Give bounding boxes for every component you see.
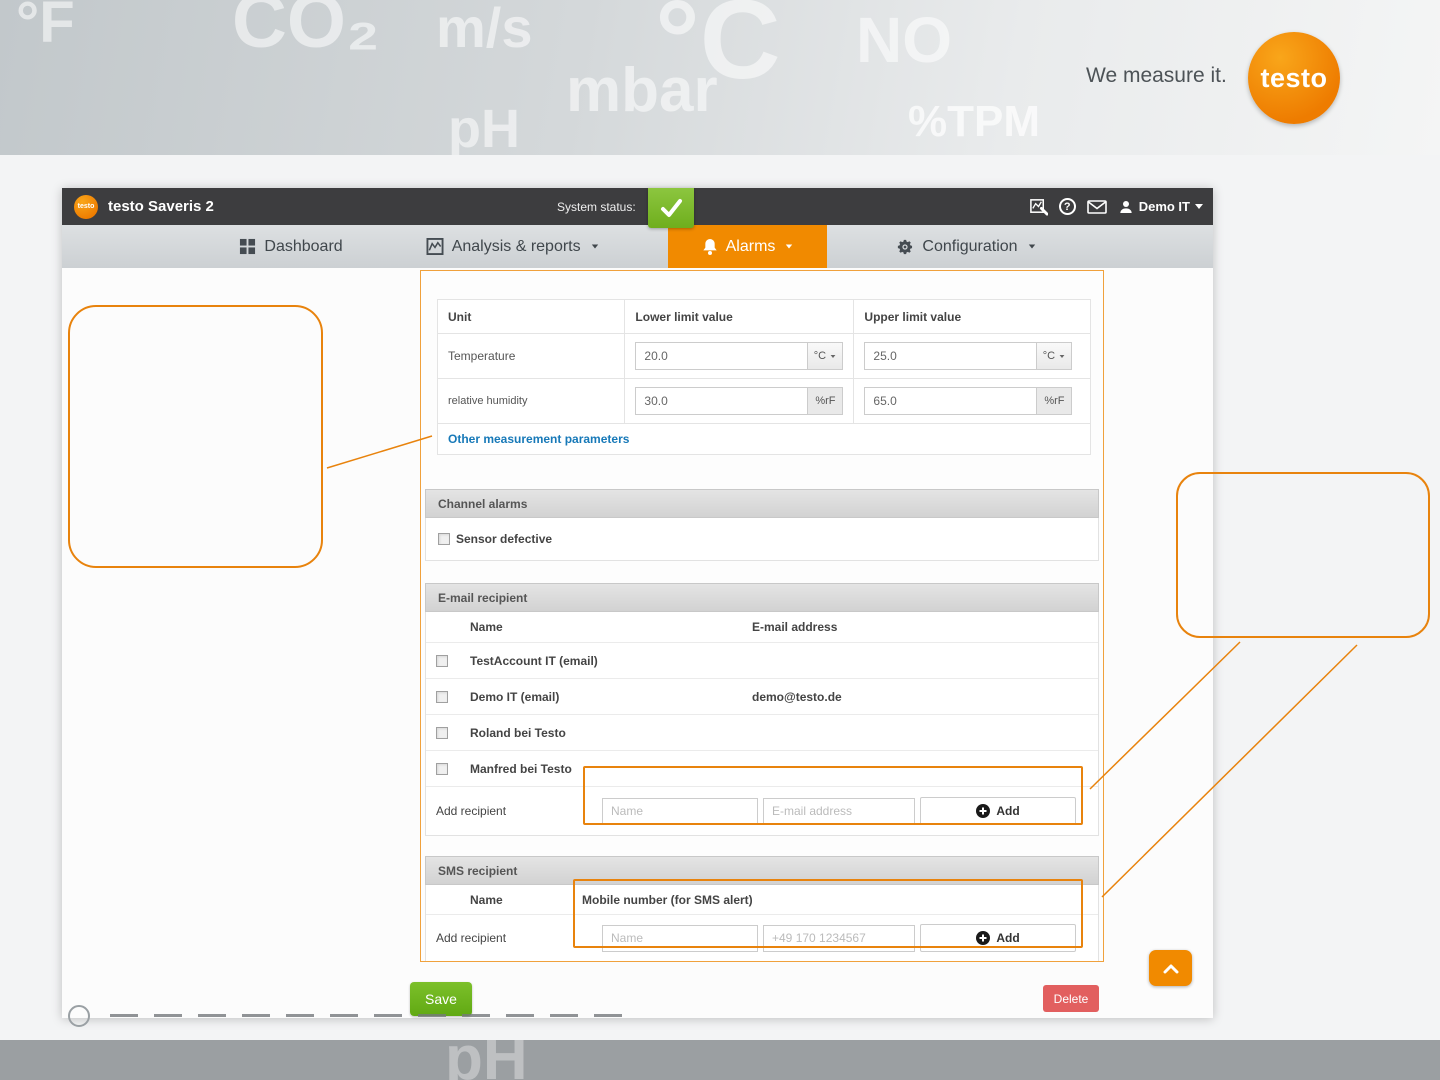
chart-pen-icon[interactable] (1029, 197, 1048, 216)
top-banner: °F CO₂ m/s °C mbar NO pH %TPM We measure… (0, 0, 1440, 155)
email-recipient-row: Demo IT (email) demo@testo.de (426, 679, 1098, 715)
alarm-settings-form: Unit Lower limit value Upper limit value… (420, 270, 1104, 962)
column-header-name: Name (470, 892, 503, 907)
brand-tagline: We measure it. (1086, 64, 1227, 87)
watermark-text: mbar (566, 56, 718, 125)
temperature-upper-unit-dropdown[interactable]: °C (1036, 342, 1073, 370)
channel-alarms-section: Channel alarms Sensor defective (425, 489, 1099, 561)
delete-button[interactable]: Delete (1043, 985, 1099, 1012)
tab-alarms[interactable]: Alarms (667, 225, 828, 268)
recipient-checkbox[interactable] (436, 762, 448, 775)
other-measurement-parameters-link[interactable]: Other measurement parameters (448, 432, 629, 446)
column-header-name: Name (470, 620, 503, 634)
titlebar: testo testo Saveris 2 System status: ? D… (62, 188, 1213, 228)
cut-off-footer-text (110, 1014, 630, 1017)
system-status-ok-badge (648, 188, 694, 228)
footer-bar: pH (0, 1040, 1440, 1080)
bell-icon (702, 238, 717, 255)
scroll-to-top-button[interactable] (1149, 950, 1192, 986)
section-header: E-mail recipient (425, 583, 1099, 612)
unit-value: °C (1042, 350, 1056, 362)
tab-label: Analysis & reports (451, 237, 581, 255)
column-header-email: E-mail address (752, 620, 838, 634)
sensor-defective-row: Sensor defective (426, 518, 1098, 560)
watermark-text: m/s (436, 0, 533, 59)
chevron-down-icon (591, 244, 598, 249)
humidity-upper-limit-input[interactable] (864, 387, 1037, 415)
annotation-highlight-sms-add (573, 879, 1083, 948)
limit-values-table: Unit Lower limit value Upper limit value… (436, 299, 1091, 455)
recipient-name: TestAccount IT (email) (470, 653, 598, 668)
watermark-text: °F (16, 0, 75, 55)
dashboard-grid-icon (240, 238, 256, 255)
chevron-down-icon (830, 354, 836, 358)
titlebar-actions: ? Demo IT (1029, 188, 1203, 225)
tab-configuration[interactable]: Configuration (882, 225, 1049, 268)
user-menu[interactable]: Demo IT (1118, 199, 1203, 215)
humidity-lower-limit-input[interactable] (635, 387, 808, 415)
sensor-defective-label: Sensor defective (456, 532, 553, 546)
chevron-down-icon (1059, 354, 1065, 358)
watermark-text: %TPM (908, 97, 1040, 146)
cut-off-icon (68, 1005, 90, 1027)
watermark-text: NO (856, 4, 952, 76)
checkmark-icon (661, 199, 682, 217)
tab-label: Alarms (725, 237, 776, 255)
user-name: Demo IT (1138, 199, 1190, 214)
humidity-upper-unit-addon: %rF (1036, 387, 1073, 415)
section-header: Channel alarms (425, 489, 1099, 518)
recipient-name: Roland bei Testo (470, 725, 566, 740)
testo-logo: testo (1248, 32, 1340, 124)
navbar: Dashboard Analysis & reports Alarms Conf… (62, 225, 1213, 268)
humidity-lower-unit-addon: %rF (807, 387, 844, 415)
table-row-temperature: Temperature °C (436, 333, 1091, 379)
system-status-label: System status: (557, 200, 636, 214)
mail-icon[interactable] (1086, 199, 1107, 215)
email-recipient-row: TestAccount IT (email) (426, 643, 1098, 679)
recipient-checkbox[interactable] (436, 654, 448, 667)
recipient-checkbox[interactable] (436, 690, 448, 703)
annotation-callout-left (68, 305, 323, 568)
chevron-down-icon (1195, 204, 1203, 209)
watermark-text: CO₂ (232, 0, 380, 64)
chevron-down-icon (786, 244, 793, 249)
unit-label: relative humidity (436, 378, 626, 424)
sensor-defective-checkbox[interactable] (438, 533, 450, 545)
testo-logo-small: testo (74, 194, 98, 219)
gear-icon (898, 239, 913, 254)
user-icon (1120, 200, 1132, 213)
email-recipient-row: Roland bei Testo (426, 715, 1098, 751)
add-recipient-label: Add recipient (436, 804, 507, 818)
recipient-email: demo@testo.de (752, 689, 842, 704)
tab-analysis-reports[interactable]: Analysis & reports (412, 225, 613, 268)
column-header-upper-limit: Upper limit value (853, 299, 1091, 334)
annotation-callout-right (1176, 472, 1430, 638)
analysis-chart-icon (426, 238, 444, 255)
help-icon[interactable]: ? (1058, 198, 1076, 215)
tab-dashboard[interactable]: Dashboard (225, 225, 356, 268)
column-header-lower-limit: Lower limit value (624, 299, 855, 334)
recipient-checkbox[interactable] (436, 726, 448, 739)
unit-value: °C (813, 350, 827, 362)
tab-label: Configuration (922, 237, 1018, 255)
unit-label: Temperature (436, 333, 626, 379)
recipient-name: Demo IT (email) (470, 689, 560, 704)
watermark-text: pH (448, 99, 520, 155)
email-table-header: Name E-mail address (426, 612, 1098, 643)
watermark-text: pH (445, 1040, 528, 1080)
temperature-lower-unit-dropdown[interactable]: °C (807, 342, 844, 370)
chevron-up-icon (1163, 964, 1178, 973)
table-row-humidity: relative humidity %rF %rF (436, 378, 1091, 424)
temperature-upper-limit-input[interactable] (864, 342, 1037, 370)
save-button[interactable]: Save (410, 982, 472, 1016)
column-header-unit: Unit (436, 299, 626, 334)
app-title: testo Saveris 2 (108, 198, 214, 215)
temperature-lower-limit-input[interactable] (635, 342, 808, 370)
annotation-highlight-email-add (583, 766, 1083, 825)
chevron-down-icon (1028, 244, 1035, 249)
tab-label: Dashboard (264, 237, 343, 255)
